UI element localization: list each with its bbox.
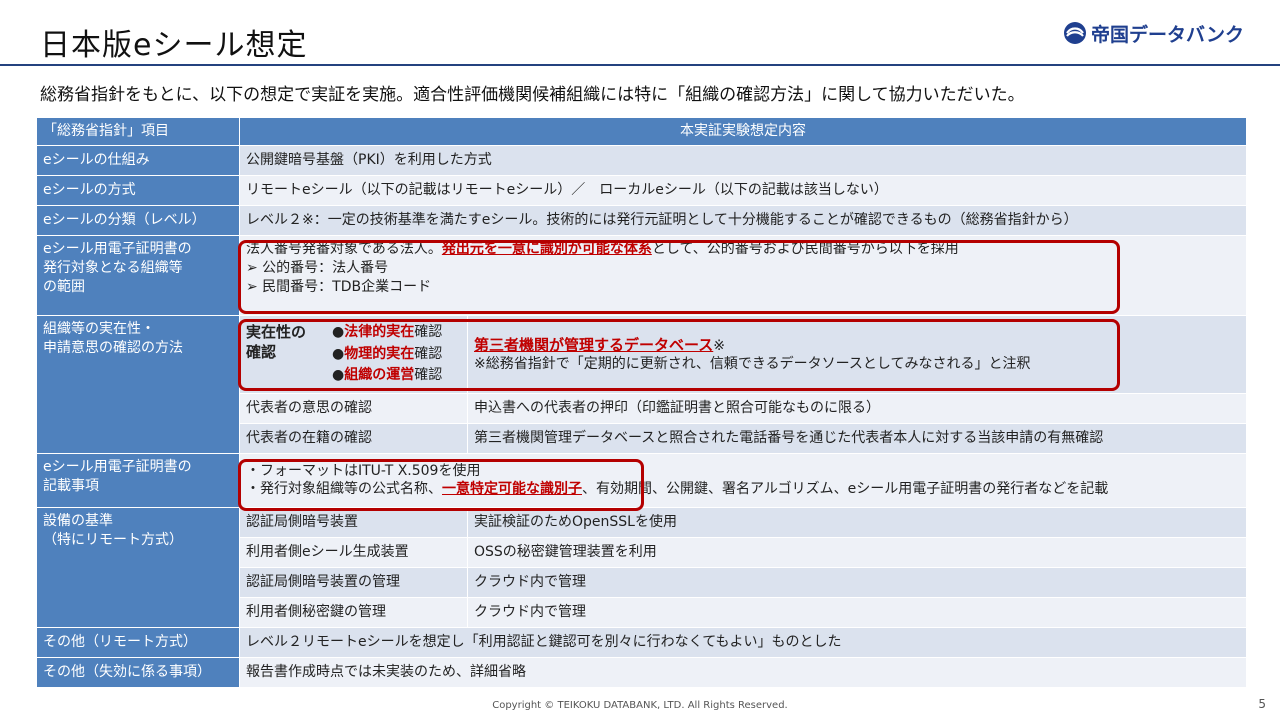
row-value: 第三者機関管理データベースと照合された電話番号を通じた代表者本人に対する当該申請… [467,422,1247,454]
page-title: 日本版eシール想定 [40,28,308,63]
operation-label: 組織の運営 [344,367,415,384]
legal-existence-label: 法律的実在 [344,323,415,340]
row-label: 設備の基準 （特にリモート方式） [36,506,240,628]
list-item: ●組織の運営確認 [332,365,442,387]
table-row: その他（リモート方式） レベル２リモートeシールを想定し「利用認証と鍵認可を別々… [36,626,1247,658]
row-value: クラウド内で管理 [467,566,1247,598]
table-row: 設備の基準 （特にリモート方式） 認証局側暗号装置 実証検証のためOpenSSL… [36,506,1247,628]
scope-text: として、公的番号および民間番号から以下を採用 [651,240,959,257]
page-number: 5 [1258,697,1266,711]
table-header-row: 「総務省指針」項目 本実証実験想定内容 [36,117,1247,146]
row-value: リモートeシール（以下の記載はリモートeシール）／ ローカルeシール（以下の記載… [239,174,1247,206]
contents-line: ・発行対象組織等の公式名称、一意特定可能な識別子、有効期間、公開鍵、署名アルゴリ… [246,480,1240,499]
note-mark: ※ [713,337,725,354]
sub-label: 利用者側eシール生成装置 [239,536,468,568]
scope-line: 法人番号発番対象である法人。発出元を一意に識別が可能な体系として、公的番号および… [246,240,1240,259]
identifier-emphasis: 一意特定可能な識別子 [442,481,582,498]
row-label-line: 設備の基準 [43,512,113,529]
row-value: 公開鍵暗号基盤（PKI）を利用した方式 [239,144,1247,176]
column-header-item: 「総務省指針」項目 [36,117,240,146]
sub-label: 認証局側暗号装置の管理 [239,566,468,598]
existence-sub-label: 実在性の 確認 [246,322,332,387]
copyright-footer: Copyright © TEIKOKU DATABANK, LTD. All R… [492,700,788,711]
row-label: その他（失効に係る事項） [36,656,240,688]
row-label-line: 申請意思の確認の方法 [43,339,183,356]
column-header-content: 本実証実験想定内容 [239,117,1247,146]
existence-check-cell: 実在性の 確認 ●法律的実在確認 ●物理的実在確認 ●組織の運営確認 [239,314,468,394]
contents-text: ・発行対象組織等の公式名称、 [246,481,442,498]
table-row: eシールの分類（レベル） レベル２※：一定の技術基準を満たすeシール。技術的には… [36,204,1247,236]
row-label: eシールの分類（レベル） [36,204,240,236]
page-subtitle: 総務省指針をもとに、以下の想定で実証を実施。適合性評価機関候補組織には特に「組織… [40,85,1025,105]
database-note: ※総務省指針で「定期的に更新され、信頼できるデータソースとしてみなされる」と注釈 [474,356,1031,373]
sub-label: 代表者の在籍の確認 [239,422,468,454]
bullet: ● [332,367,345,384]
item-suffix: 確認 [414,367,443,384]
row-value: OSSの秘密鍵管理装置を利用 [467,536,1247,568]
row-value: 法人番号発番対象である法人。発出元を一意に識別が可能な体系として、公的番号および… [239,234,1247,316]
row-value: 報告書作成時点では未実装のため、詳細省略 [239,656,1247,688]
row-value: レベル２※：一定の技術基準を満たすeシール。技術的には発行元証明として十分機能す… [239,204,1247,236]
scope-emphasis: 発出元を一意に識別が可能な体系 [441,240,652,257]
row-label: eシール用電子証明書の 記載事項 [36,452,240,508]
table-row: eシール用電子証明書の 記載事項 ・フォーマットはITU-T X.509を使用 … [36,452,1247,508]
row-value: ・フォーマットはITU-T X.509を使用 ・発行対象組織等の公式名称、一意特… [239,452,1247,508]
row-label: eシールの方式 [36,174,240,206]
contents-text: 、有効期間、公開鍵、署名アルゴリズム、eシール用電子証明書の発行者などを記載 [582,481,1109,498]
table-row: 組織等の実在性・ 申請意思の確認の方法 実在性の 確認 ●法律的実在確認 ●物理… [36,314,1247,454]
row-label: eシールの仕組み [36,144,240,176]
private-number-item: ➢ 民間番号：TDB企業コード [246,278,432,295]
item-suffix: 確認 [414,323,443,340]
physical-existence-label: 物理的実在 [344,345,415,362]
bullet: ● [332,345,345,362]
sub-label: 利用者側秘密鍵の管理 [239,596,468,628]
row-label-line: eシール用電子証明書の [43,240,192,257]
row-value: 第三者機関が管理するデータベース※ ※総務省指針で「定期的に更新され、信頼できる… [467,314,1247,394]
table-row: その他（失効に係る事項） 報告書作成時点では未実装のため、詳細省略 [36,656,1247,688]
format-line: ・フォーマットはITU-T X.509を使用 [246,462,481,479]
row-label-line: eシール用電子証明書の [43,458,192,475]
list-item: ●法律的実在確認 [332,322,442,344]
list-item: ●物理的実在確認 [332,344,442,366]
table-row: eシール用電子証明書の 発行対象となる組織等 の範囲 法人番号発番対象である法人… [36,234,1247,316]
row-label: 組織等の実在性・ 申請意思の確認の方法 [36,314,240,454]
company-logo: 帝国データバンク [1063,20,1244,46]
assumption-table: 「総務省指針」項目 本実証実験想定内容 eシールの仕組み 公開鍵暗号基盤（PKI… [36,117,1247,688]
table-row: eシールの仕組み 公開鍵暗号基盤（PKI）を利用した方式 [36,144,1247,176]
sub-label: 代表者の意思の確認 [239,392,468,424]
row-label: その他（リモート方式） [36,626,240,658]
row-value: クラウド内で管理 [467,596,1247,628]
row-label-line: 組織等の実在性・ [43,320,155,337]
header-rule [0,64,1280,66]
logo-mark-icon [1064,22,1087,44]
scope-text: 法人番号発番対象である法人。 [246,240,442,257]
row-label-line: 発行対象となる組織等 [43,259,183,276]
logo-text: 帝国データバンク [1091,23,1244,46]
row-label: eシール用電子証明書の 発行対象となる組織等 の範囲 [36,234,240,316]
existence-check-list: ●法律的実在確認 ●物理的実在確認 ●組織の運営確認 [332,322,442,387]
bullet: ● [332,323,345,340]
public-number-item: ➢ 公的番号：法人番号 [246,259,389,276]
row-label-line: 記載事項 [43,477,99,494]
table-row: eシールの方式 リモートeシール（以下の記載はリモートeシール）／ ローカルeシ… [36,174,1247,206]
sub-label-line: 確認 [246,343,277,362]
row-value: 申込書への代表者の押印（印鑑証明書と照合可能なものに限る） [467,392,1247,424]
row-label-line: （特にリモート方式） [43,531,183,548]
row-label-line: の範囲 [43,278,85,295]
database-emphasis: 第三者機関が管理するデータベース [474,335,714,354]
row-value: 実証検証のためOpenSSLを使用 [467,506,1247,538]
sub-label-line: 実在性の [246,322,307,341]
item-suffix: 確認 [414,345,443,362]
row-value: レベル２リモートeシールを想定し「利用認証と鍵認可を別々に行わなくてもよい」もの… [239,626,1247,658]
sub-label: 認証局側暗号装置 [239,506,468,538]
